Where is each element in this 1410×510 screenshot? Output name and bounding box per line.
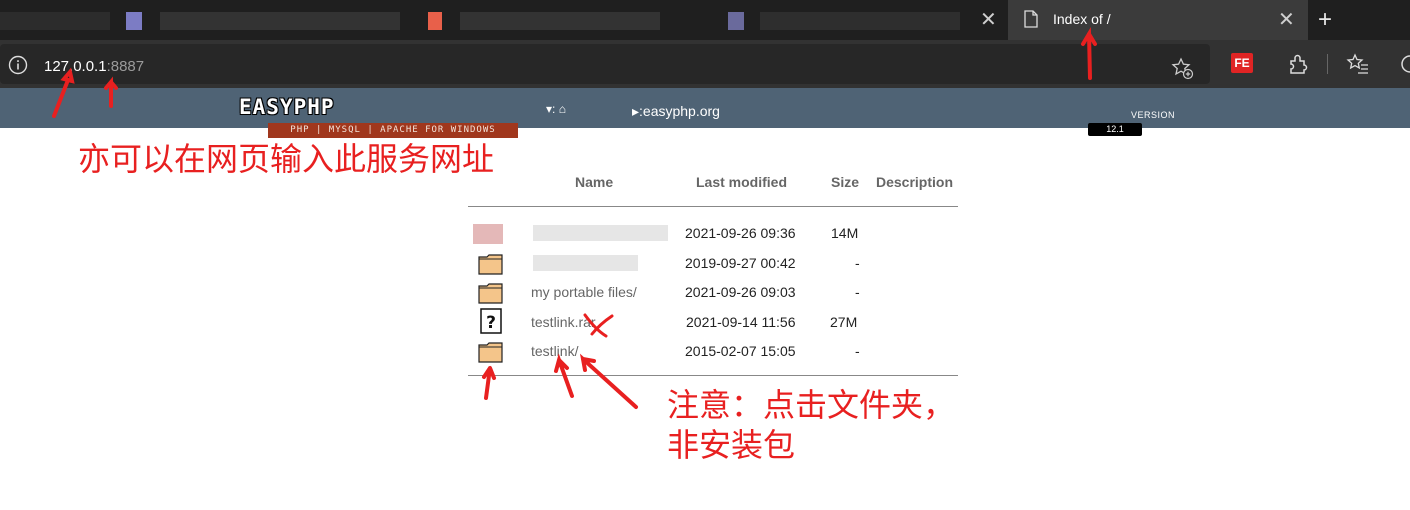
toolbar-divider xyxy=(1327,54,1328,74)
easyphp-site-link[interactable]: ▸:easyphp.org xyxy=(632,103,720,120)
blurred-tabs xyxy=(0,0,1000,40)
close-tab-icon[interactable]: ✕ xyxy=(980,10,997,30)
close-icon[interactable]: ✕ xyxy=(1278,10,1295,30)
file-icon xyxy=(473,224,503,244)
url-host: 127.0.0.1 xyxy=(44,58,107,75)
modified-date: 2021-09-14 11:56 xyxy=(686,314,796,330)
version-label: VERSION xyxy=(1131,110,1176,120)
folder-name-link[interactable] xyxy=(533,255,638,271)
svg-text:?: ? xyxy=(486,313,496,333)
file-size: - xyxy=(855,255,860,271)
modified-date: 2015-02-07 15:05 xyxy=(685,343,796,359)
modified-date: 2021-09-26 09:36 xyxy=(685,225,796,241)
annotation-address-note: 亦可以在网页输入此服务网址 xyxy=(78,140,495,178)
favorites-icon[interactable] xyxy=(1346,52,1370,76)
url-text[interactable]: 127.0.0.1:8887 xyxy=(44,58,144,75)
tab-active[interactable]: Index of / ✕ xyxy=(1008,0,1308,40)
file-name-link[interactable]: testlink.rar xyxy=(531,314,596,330)
info-icon[interactable] xyxy=(8,55,28,75)
folder-name-link[interactable]: testlink/ xyxy=(531,343,578,359)
easyphp-logo: EASYPHP xyxy=(239,95,335,119)
listing-bottom-divider xyxy=(468,375,958,376)
version-badge: 12.1 xyxy=(1088,123,1142,136)
browser-toolbar: 127.0.0.1:8887 FE xyxy=(0,40,1410,88)
modified-date: 2021-09-26 09:03 xyxy=(685,284,796,300)
file-name-link[interactable] xyxy=(533,225,668,241)
file-size: 27M xyxy=(830,314,858,330)
arrow-icon xyxy=(579,353,638,409)
home-nav-link[interactable]: ▾: ⌂ xyxy=(546,102,566,116)
address-bar[interactable]: 127.0.0.1:8887 xyxy=(0,44,1210,84)
add-favorite-icon[interactable] xyxy=(1170,56,1194,80)
partial-toolbar-icon[interactable] xyxy=(1398,52,1410,76)
folder-icon xyxy=(478,254,503,275)
url-port: :8887 xyxy=(106,58,145,75)
column-description[interactable]: Description xyxy=(876,174,953,190)
arrow-icon xyxy=(554,353,574,398)
folder-icon xyxy=(478,342,503,363)
extensions-icon[interactable] xyxy=(1286,52,1310,76)
listing-top-divider xyxy=(468,206,958,207)
page-icon xyxy=(1024,10,1038,28)
file-size: - xyxy=(855,284,860,300)
new-tab-icon[interactable]: + xyxy=(1318,6,1332,34)
arrow-icon xyxy=(482,366,496,400)
unknown-file-icon: ? xyxy=(480,308,502,334)
tab-title: Index of / xyxy=(1053,11,1111,27)
annotation-folder-note-line2: 非安装包 xyxy=(667,426,796,464)
folder-name-link[interactable]: my portable files/ xyxy=(531,284,637,300)
column-size[interactable]: Size xyxy=(831,174,859,190)
file-size: - xyxy=(855,343,860,359)
file-size: 14M xyxy=(831,225,859,241)
fe-extension-icon[interactable]: FE xyxy=(1231,53,1253,73)
column-last-modified[interactable]: Last modified xyxy=(696,174,787,190)
column-name[interactable]: Name xyxy=(575,174,613,190)
folder-icon xyxy=(478,283,503,304)
modified-date: 2019-09-27 00:42 xyxy=(685,255,796,271)
tab-strip: ✕ Index of / ✕ + xyxy=(0,0,1410,40)
